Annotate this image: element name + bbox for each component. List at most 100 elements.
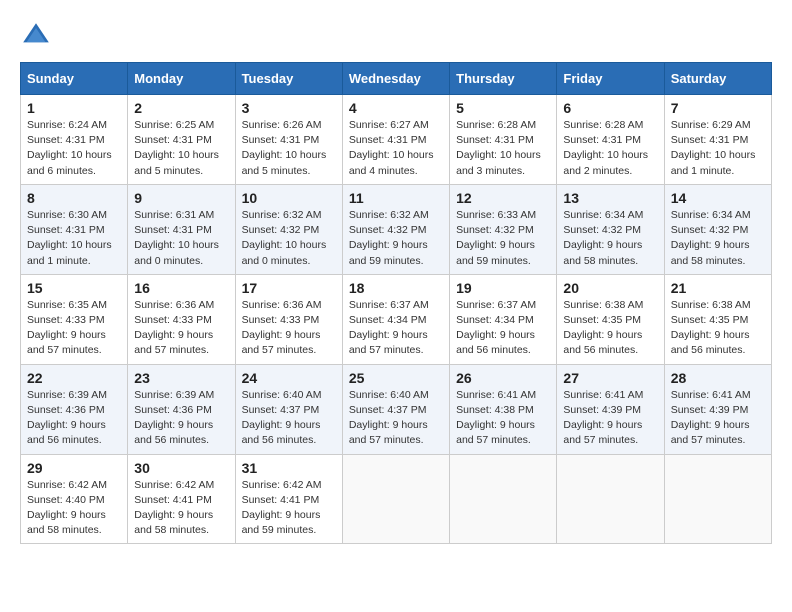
day-info: Sunrise: 6:32 AMSunset: 4:32 PMDaylight:… <box>242 208 336 269</box>
calendar-week-row: 15 Sunrise: 6:35 AMSunset: 4:33 PMDaylig… <box>21 274 772 364</box>
day-info: Sunrise: 6:37 AMSunset: 4:34 PMDaylight:… <box>456 298 550 359</box>
day-info: Sunrise: 6:41 AMSunset: 4:38 PMDaylight:… <box>456 388 550 449</box>
calendar-week-row: 1 Sunrise: 6:24 AMSunset: 4:31 PMDayligh… <box>21 95 772 185</box>
column-header-thursday: Thursday <box>450 63 557 95</box>
calendar-cell: 20 Sunrise: 6:38 AMSunset: 4:35 PMDaylig… <box>557 274 664 364</box>
day-number: 19 <box>456 280 550 296</box>
day-number: 16 <box>134 280 228 296</box>
column-header-wednesday: Wednesday <box>342 63 449 95</box>
day-number: 23 <box>134 370 228 386</box>
calendar-cell: 23 Sunrise: 6:39 AMSunset: 4:36 PMDaylig… <box>128 364 235 454</box>
column-header-saturday: Saturday <box>664 63 771 95</box>
calendar-cell: 21 Sunrise: 6:38 AMSunset: 4:35 PMDaylig… <box>664 274 771 364</box>
day-number: 1 <box>27 100 121 116</box>
day-number: 14 <box>671 190 765 206</box>
day-info: Sunrise: 6:36 AMSunset: 4:33 PMDaylight:… <box>134 298 228 359</box>
calendar-header-row: SundayMondayTuesdayWednesdayThursdayFrid… <box>21 63 772 95</box>
calendar-cell: 3 Sunrise: 6:26 AMSunset: 4:31 PMDayligh… <box>235 95 342 185</box>
day-info: Sunrise: 6:36 AMSunset: 4:33 PMDaylight:… <box>242 298 336 359</box>
calendar-cell: 17 Sunrise: 6:36 AMSunset: 4:33 PMDaylig… <box>235 274 342 364</box>
calendar-cell <box>557 454 664 544</box>
day-number: 29 <box>27 460 121 476</box>
day-info: Sunrise: 6:30 AMSunset: 4:31 PMDaylight:… <box>27 208 121 269</box>
calendar-cell: 26 Sunrise: 6:41 AMSunset: 4:38 PMDaylig… <box>450 364 557 454</box>
logo-icon <box>20 20 52 52</box>
calendar-cell: 11 Sunrise: 6:32 AMSunset: 4:32 PMDaylig… <box>342 184 449 274</box>
day-number: 22 <box>27 370 121 386</box>
day-number: 10 <box>242 190 336 206</box>
day-number: 13 <box>563 190 657 206</box>
calendar-cell: 10 Sunrise: 6:32 AMSunset: 4:32 PMDaylig… <box>235 184 342 274</box>
day-info: Sunrise: 6:41 AMSunset: 4:39 PMDaylight:… <box>563 388 657 449</box>
calendar-cell: 18 Sunrise: 6:37 AMSunset: 4:34 PMDaylig… <box>342 274 449 364</box>
day-info: Sunrise: 6:27 AMSunset: 4:31 PMDaylight:… <box>349 118 443 179</box>
calendar-cell: 15 Sunrise: 6:35 AMSunset: 4:33 PMDaylig… <box>21 274 128 364</box>
calendar-cell: 14 Sunrise: 6:34 AMSunset: 4:32 PMDaylig… <box>664 184 771 274</box>
day-number: 6 <box>563 100 657 116</box>
day-info: Sunrise: 6:28 AMSunset: 4:31 PMDaylight:… <box>563 118 657 179</box>
day-number: 4 <box>349 100 443 116</box>
day-info: Sunrise: 6:26 AMSunset: 4:31 PMDaylight:… <box>242 118 336 179</box>
day-info: Sunrise: 6:32 AMSunset: 4:32 PMDaylight:… <box>349 208 443 269</box>
calendar-cell: 30 Sunrise: 6:42 AMSunset: 4:41 PMDaylig… <box>128 454 235 544</box>
day-info: Sunrise: 6:38 AMSunset: 4:35 PMDaylight:… <box>671 298 765 359</box>
day-info: Sunrise: 6:42 AMSunset: 4:41 PMDaylight:… <box>134 478 228 539</box>
column-header-friday: Friday <box>557 63 664 95</box>
day-number: 27 <box>563 370 657 386</box>
day-info: Sunrise: 6:28 AMSunset: 4:31 PMDaylight:… <box>456 118 550 179</box>
calendar-cell: 12 Sunrise: 6:33 AMSunset: 4:32 PMDaylig… <box>450 184 557 274</box>
calendar-cell: 27 Sunrise: 6:41 AMSunset: 4:39 PMDaylig… <box>557 364 664 454</box>
day-number: 24 <box>242 370 336 386</box>
day-info: Sunrise: 6:41 AMSunset: 4:39 PMDaylight:… <box>671 388 765 449</box>
day-number: 3 <box>242 100 336 116</box>
day-number: 26 <box>456 370 550 386</box>
day-info: Sunrise: 6:39 AMSunset: 4:36 PMDaylight:… <box>134 388 228 449</box>
calendar-week-row: 22 Sunrise: 6:39 AMSunset: 4:36 PMDaylig… <box>21 364 772 454</box>
day-number: 30 <box>134 460 228 476</box>
calendar-cell: 8 Sunrise: 6:30 AMSunset: 4:31 PMDayligh… <box>21 184 128 274</box>
calendar-cell: 19 Sunrise: 6:37 AMSunset: 4:34 PMDaylig… <box>450 274 557 364</box>
logo <box>20 20 56 52</box>
calendar-cell <box>664 454 771 544</box>
day-number: 20 <box>563 280 657 296</box>
day-info: Sunrise: 6:34 AMSunset: 4:32 PMDaylight:… <box>671 208 765 269</box>
day-number: 31 <box>242 460 336 476</box>
day-info: Sunrise: 6:37 AMSunset: 4:34 PMDaylight:… <box>349 298 443 359</box>
day-info: Sunrise: 6:24 AMSunset: 4:31 PMDaylight:… <box>27 118 121 179</box>
calendar-cell: 25 Sunrise: 6:40 AMSunset: 4:37 PMDaylig… <box>342 364 449 454</box>
calendar-cell: 6 Sunrise: 6:28 AMSunset: 4:31 PMDayligh… <box>557 95 664 185</box>
column-header-monday: Monday <box>128 63 235 95</box>
day-number: 9 <box>134 190 228 206</box>
day-info: Sunrise: 6:40 AMSunset: 4:37 PMDaylight:… <box>242 388 336 449</box>
calendar-cell: 1 Sunrise: 6:24 AMSunset: 4:31 PMDayligh… <box>21 95 128 185</box>
day-info: Sunrise: 6:39 AMSunset: 4:36 PMDaylight:… <box>27 388 121 449</box>
day-number: 12 <box>456 190 550 206</box>
calendar-cell: 28 Sunrise: 6:41 AMSunset: 4:39 PMDaylig… <box>664 364 771 454</box>
calendar-table: SundayMondayTuesdayWednesdayThursdayFrid… <box>20 62 772 544</box>
day-number: 28 <box>671 370 765 386</box>
day-info: Sunrise: 6:35 AMSunset: 4:33 PMDaylight:… <box>27 298 121 359</box>
day-number: 25 <box>349 370 443 386</box>
calendar-cell: 2 Sunrise: 6:25 AMSunset: 4:31 PMDayligh… <box>128 95 235 185</box>
calendar-cell: 9 Sunrise: 6:31 AMSunset: 4:31 PMDayligh… <box>128 184 235 274</box>
calendar-week-row: 8 Sunrise: 6:30 AMSunset: 4:31 PMDayligh… <box>21 184 772 274</box>
day-number: 21 <box>671 280 765 296</box>
day-info: Sunrise: 6:33 AMSunset: 4:32 PMDaylight:… <box>456 208 550 269</box>
calendar-cell <box>450 454 557 544</box>
day-number: 8 <box>27 190 121 206</box>
day-number: 5 <box>456 100 550 116</box>
calendar-cell: 24 Sunrise: 6:40 AMSunset: 4:37 PMDaylig… <box>235 364 342 454</box>
day-info: Sunrise: 6:25 AMSunset: 4:31 PMDaylight:… <box>134 118 228 179</box>
day-number: 18 <box>349 280 443 296</box>
day-info: Sunrise: 6:29 AMSunset: 4:31 PMDaylight:… <box>671 118 765 179</box>
day-info: Sunrise: 6:34 AMSunset: 4:32 PMDaylight:… <box>563 208 657 269</box>
day-number: 11 <box>349 190 443 206</box>
calendar-cell: 13 Sunrise: 6:34 AMSunset: 4:32 PMDaylig… <box>557 184 664 274</box>
day-number: 7 <box>671 100 765 116</box>
day-info: Sunrise: 6:42 AMSunset: 4:41 PMDaylight:… <box>242 478 336 539</box>
day-info: Sunrise: 6:31 AMSunset: 4:31 PMDaylight:… <box>134 208 228 269</box>
day-number: 15 <box>27 280 121 296</box>
calendar-cell: 5 Sunrise: 6:28 AMSunset: 4:31 PMDayligh… <box>450 95 557 185</box>
calendar-cell: 4 Sunrise: 6:27 AMSunset: 4:31 PMDayligh… <box>342 95 449 185</box>
day-info: Sunrise: 6:38 AMSunset: 4:35 PMDaylight:… <box>563 298 657 359</box>
